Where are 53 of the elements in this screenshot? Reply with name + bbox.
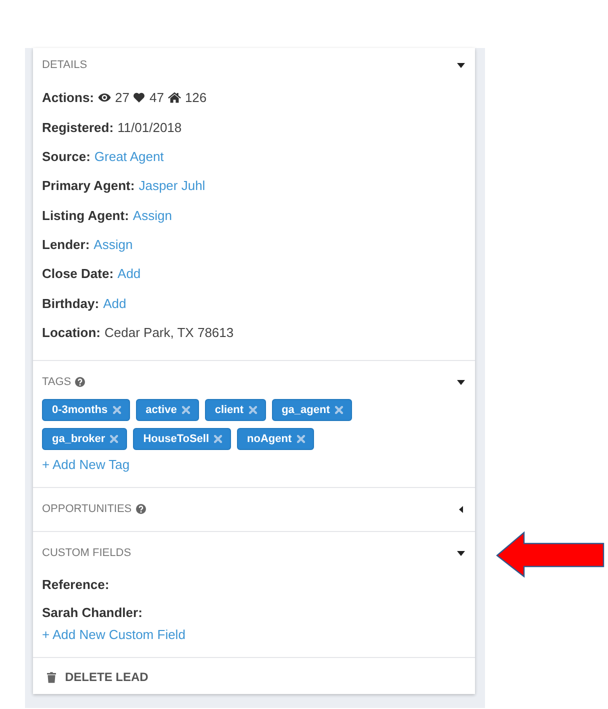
remove-icon[interactable] bbox=[214, 435, 222, 444]
tag-chip[interactable]: HouseToSell bbox=[133, 428, 232, 450]
remove-icon[interactable] bbox=[334, 406, 343, 414]
help-icon[interactable] bbox=[75, 377, 86, 388]
remove-icon[interactable] bbox=[182, 406, 190, 414]
section-title: CUSTOM FIELDS bbox=[42, 546, 132, 562]
action-count: 47 bbox=[149, 90, 164, 106]
tag-chip[interactable]: ga_agent bbox=[272, 399, 352, 422]
field-label: Primary Agent: bbox=[42, 178, 135, 194]
caret-icon[interactable] bbox=[459, 506, 463, 513]
remove-icon[interactable] bbox=[110, 435, 118, 444]
trash-icon bbox=[47, 672, 56, 683]
tag-chip[interactable]: noAgent bbox=[237, 428, 314, 450]
add-field-link[interactable]: + Add New Custom Field bbox=[42, 626, 186, 644]
help-icon[interactable] bbox=[136, 504, 146, 514]
field-label: Listing Agent: bbox=[42, 208, 129, 223]
caret-icon[interactable] bbox=[457, 550, 465, 556]
action-count: 126 bbox=[184, 90, 207, 106]
tag-chip[interactable]: active bbox=[136, 399, 199, 422]
tag-chip[interactable]: client bbox=[204, 399, 266, 422]
value-link[interactable]: Add bbox=[118, 266, 141, 282]
value-link[interactable]: Assign bbox=[94, 237, 133, 252]
field-label: Reference: bbox=[42, 576, 110, 592]
caret-icon[interactable] bbox=[457, 62, 465, 68]
remove-icon[interactable] bbox=[296, 435, 305, 444]
field-label: Birthday: bbox=[42, 296, 100, 311]
section-title: OPPORTUNITIES bbox=[42, 502, 132, 518]
tag-chip[interactable]: ga_broker bbox=[42, 428, 128, 450]
field-label: Location: bbox=[42, 325, 100, 340]
value-link[interactable]: Great Agent bbox=[94, 148, 164, 164]
section-title: TAGS bbox=[42, 375, 72, 390]
field-label: Lender: bbox=[42, 237, 90, 252]
caret-icon[interactable] bbox=[457, 380, 465, 385]
value-link[interactable]: Assign bbox=[132, 208, 172, 223]
house-icon bbox=[168, 92, 181, 104]
field-label: Actions: bbox=[42, 90, 94, 106]
action-count: 27 bbox=[115, 90, 130, 106]
heart-icon bbox=[133, 92, 146, 104]
field-label: Close Date: bbox=[42, 266, 114, 282]
add-tag-link[interactable]: + Add New Tag bbox=[42, 456, 130, 474]
eye-icon bbox=[98, 93, 111, 102]
field-value: Cedar Park, TX 78613 bbox=[104, 325, 234, 340]
section-title: DETAILS bbox=[42, 58, 88, 73]
field-label: Sarah Chandler: bbox=[42, 604, 142, 620]
remove-icon[interactable] bbox=[248, 406, 257, 414]
value-link[interactable]: Add bbox=[103, 296, 126, 311]
field-label: Registered: bbox=[42, 120, 114, 135]
delete-button[interactable]: DELETE LEAD bbox=[42, 669, 148, 686]
field-label: Source: bbox=[42, 148, 90, 164]
value-link[interactable]: Jasper Juhl bbox=[138, 178, 206, 194]
tag-chip[interactable]: 0-3months bbox=[42, 399, 130, 422]
remove-icon[interactable] bbox=[112, 406, 121, 414]
field-value: 11/01/2018 bbox=[118, 120, 182, 135]
